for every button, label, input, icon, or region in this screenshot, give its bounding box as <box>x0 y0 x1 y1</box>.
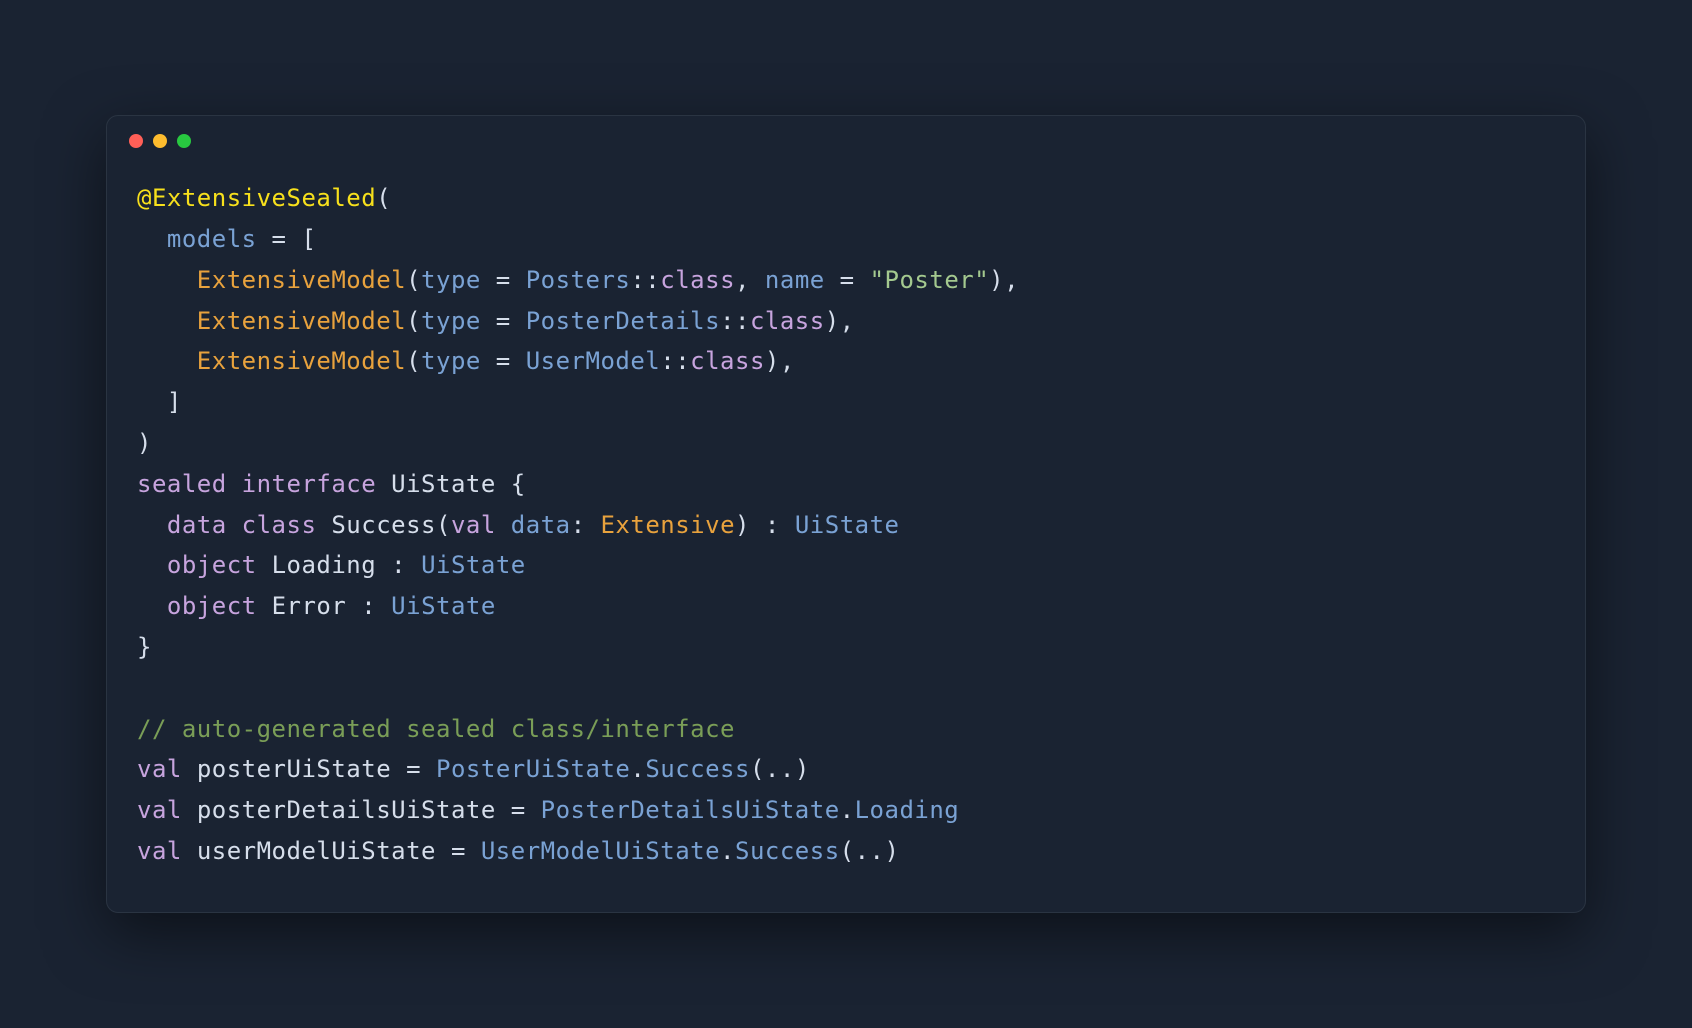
code-block: @ExtensiveSealed( models = [ ExtensiveMo… <box>107 158 1585 912</box>
code-line: val posterUiState = PosterUiState.Succes… <box>137 755 810 783</box>
extensive-token: Extensive <box>600 511 735 539</box>
string-token: "Poster" <box>870 266 990 294</box>
code-line: @ExtensiveSealed( <box>137 184 391 212</box>
member-token: class <box>660 266 735 294</box>
minimize-icon[interactable] <box>153 134 167 148</box>
code-line: ExtensiveModel(type = Posters::class, na… <box>137 266 1019 294</box>
code-line: object Loading : UiState <box>137 551 526 579</box>
keyword-token: sealed <box>137 470 227 498</box>
titlebar <box>107 116 1585 158</box>
annotation-token: @ExtensiveSealed <box>137 184 376 212</box>
comment-token: // auto-generated sealed class/interface <box>137 715 735 743</box>
class-token: ExtensiveModel <box>197 266 406 294</box>
code-line: ] <box>137 388 182 416</box>
type-token: Posters <box>526 266 631 294</box>
param-token: models <box>167 225 257 253</box>
code-line: object Error : UiState <box>137 592 496 620</box>
close-icon[interactable] <box>129 134 143 148</box>
code-line: sealed interface UiState { <box>137 470 526 498</box>
punct-token: ( <box>376 184 391 212</box>
code-line: ) <box>137 429 152 457</box>
maximize-icon[interactable] <box>177 134 191 148</box>
code-line: // auto-generated sealed class/interface <box>137 715 735 743</box>
code-line: } <box>137 633 152 661</box>
code-window: @ExtensiveSealed( models = [ ExtensiveMo… <box>106 115 1586 913</box>
code-line: data class Success(val data: Extensive) … <box>137 511 900 539</box>
code-line: models = [ <box>137 225 316 253</box>
code-line: ExtensiveModel(type = UserModel::class), <box>137 347 795 375</box>
code-line: ExtensiveModel(type = PosterDetails::cla… <box>137 307 855 335</box>
code-line: val posterDetailsUiState = PosterDetails… <box>137 796 959 824</box>
code-line: val userModelUiState = UserModelUiState.… <box>137 837 899 865</box>
